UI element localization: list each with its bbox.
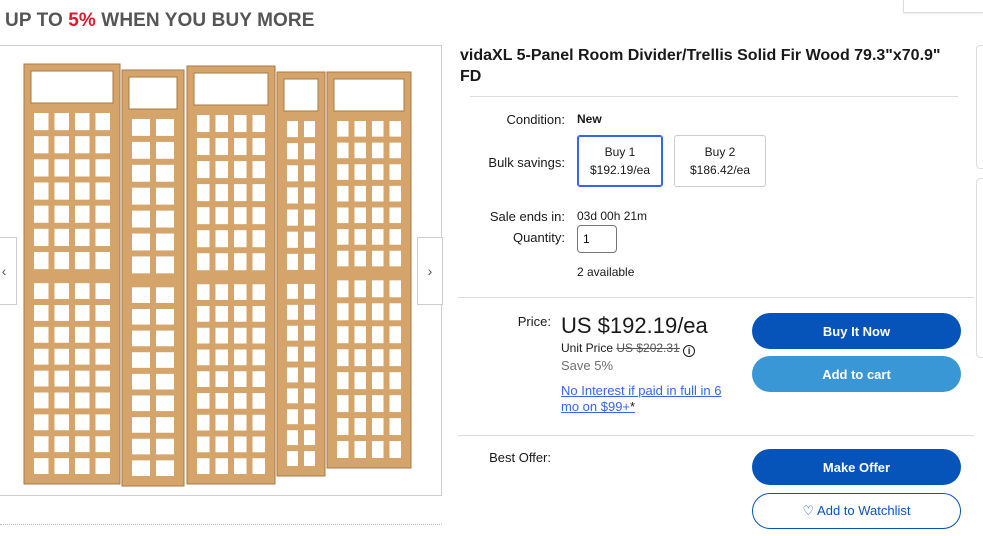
best-offer-label: Best Offer: bbox=[489, 450, 551, 465]
financing-footnote-mark: * bbox=[630, 399, 636, 414]
buy-it-now-button[interactable]: Buy It Now bbox=[752, 313, 961, 349]
gallery-divider bbox=[0, 524, 442, 525]
sale-ends-value: 03d 00h 21m bbox=[577, 209, 648, 223]
save-percent: Save 5% bbox=[561, 358, 614, 373]
divider bbox=[458, 435, 974, 436]
price-value: US $192.19/ea bbox=[561, 313, 708, 338]
divider bbox=[470, 96, 958, 97]
side-panel-edge bbox=[976, 45, 983, 169]
bulk-qty: Buy 1 bbox=[604, 145, 636, 159]
product-image bbox=[23, 63, 412, 487]
quantity-available: 2 available bbox=[577, 265, 635, 279]
financing-text[interactable]: No Interest if paid in full in 6 mo on $… bbox=[561, 383, 721, 414]
banner-prefix: UP TO bbox=[5, 10, 69, 31]
chevron-right-icon: › bbox=[427, 263, 433, 279]
price-label: Price: bbox=[517, 314, 551, 329]
add-to-watchlist-button[interactable]: ♡ Add to Watchlist bbox=[752, 493, 961, 529]
make-offer-button[interactable]: Make Offer bbox=[752, 449, 961, 485]
side-panel-edge bbox=[976, 178, 983, 358]
condition-label: Condition: bbox=[506, 112, 565, 127]
unit-price: Unit Price US $202.31 i bbox=[561, 341, 696, 357]
promo-banner: UP TO 5% WHEN YOU BUY MORE bbox=[5, 10, 315, 32]
header-widget bbox=[903, 0, 983, 13]
bulk-qty: Buy 2 bbox=[704, 145, 736, 159]
gallery-next-button[interactable]: › bbox=[417, 237, 443, 305]
gallery-prev-button[interactable]: ‹ bbox=[0, 237, 17, 305]
divider bbox=[458, 297, 974, 298]
add-to-cart-button[interactable]: Add to cart bbox=[752, 356, 961, 392]
quantity-input[interactable] bbox=[577, 225, 617, 253]
banner-percent: 5% bbox=[68, 10, 96, 31]
bulk-option-buy-1[interactable]: Buy 1 $192.19/ea bbox=[577, 135, 663, 187]
financing-link[interactable]: No Interest if paid in full in 6 mo on $… bbox=[561, 383, 741, 415]
unit-price-label: Unit Price bbox=[561, 341, 614, 355]
chevron-left-icon: ‹ bbox=[1, 263, 7, 279]
sale-ends-label: Sale ends in: bbox=[489, 209, 565, 224]
bulk-price: $192.19/ea bbox=[589, 163, 651, 177]
condition-value: New bbox=[577, 112, 602, 126]
original-price: US $202.31 bbox=[616, 341, 680, 355]
quantity-label: Quantity: bbox=[512, 230, 565, 245]
bulk-option-buy-2[interactable]: Buy 2 $186.42/ea bbox=[674, 135, 766, 187]
banner-suffix: WHEN YOU BUY MORE bbox=[95, 10, 315, 31]
product-image-gallery[interactable] bbox=[0, 45, 442, 496]
product-title: vidaXL 5-Panel Room Divider/Trellis Soli… bbox=[460, 47, 941, 85]
bulk-price: $186.42/ea bbox=[689, 163, 751, 177]
bulk-savings-label: Bulk savings: bbox=[488, 155, 565, 170]
info-icon[interactable]: i bbox=[683, 345, 696, 357]
